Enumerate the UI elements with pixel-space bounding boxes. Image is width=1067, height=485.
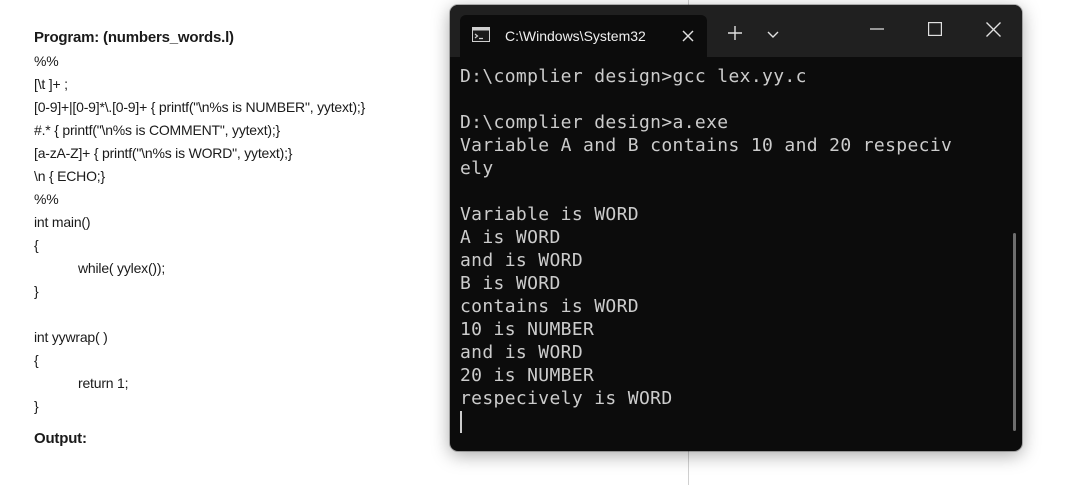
document-page: Program: (numbers_words.l) %% [\t ]+ ; [0-… [34, 27, 444, 450]
maximize-icon[interactable] [928, 22, 942, 36]
code-line: { [34, 237, 39, 253]
code-line: %% [34, 191, 59, 207]
plus-icon[interactable] [728, 26, 742, 40]
minimize-icon[interactable] [870, 28, 884, 30]
close-window-icon[interactable] [986, 22, 1001, 37]
terminal-window[interactable]: C:\Windows\System32 D:\complier design>g… [450, 5, 1022, 451]
code-line: [0-9]+|[0-9]*\.[0-9]+ { printf("\n%s is … [34, 99, 366, 115]
console-line: D:\complier design>a.exe [460, 112, 729, 133]
code-line: %% [34, 53, 59, 69]
code-line: } [34, 398, 39, 414]
text-cursor [460, 411, 462, 433]
scrollbar[interactable] [1013, 233, 1016, 431]
code-line: #.* { printf("\n%s is COMMENT", yytext);… [34, 122, 281, 138]
console-line: 10 is NUMBER [460, 319, 595, 340]
console-line: Variable A and B contains 10 and 20 resp… [460, 135, 953, 156]
code-line: return 1; [78, 375, 129, 391]
console-prompt-line[interactable] [460, 410, 1008, 433]
program-title: Program: (numbers_words.l) [34, 29, 234, 46]
console-line: and is WORD [460, 250, 584, 271]
tab-title: C:\Windows\System32 [505, 28, 646, 44]
console-line: B is WORD [460, 273, 561, 294]
console-line: D:\complier design>gcc lex.yy.c [460, 66, 807, 87]
code-line: [\t ]+ ; [34, 76, 68, 92]
code-line: int yywrap( ) [34, 329, 108, 345]
code-block: %% [\t ]+ ; [0-9]+|[0-9]*\.[0-9]+ { printf… [34, 50, 444, 418]
title-bar[interactable]: C:\Windows\System32 [450, 5, 1022, 57]
code-line: [a-zA-Z]+ { printf("\n%s is WORD", yytex… [34, 145, 293, 161]
console-line: ely [460, 158, 494, 179]
console-line: Variable is WORD [460, 204, 639, 225]
output-heading: Output: [34, 430, 87, 447]
cmd-icon [472, 27, 490, 42]
console-line: 20 is NUMBER [460, 365, 595, 386]
code-line: while( yylex()); [78, 260, 166, 276]
tab-cmd[interactable]: C:\Windows\System32 [460, 15, 707, 57]
code-line: int main() [34, 214, 91, 230]
console-line: and is WORD [460, 342, 584, 363]
console-line: contains is WORD [460, 296, 639, 317]
console-line: respecively is WORD [460, 388, 673, 409]
chevron-down-icon[interactable] [767, 31, 779, 39]
console-line: A is WORD [460, 227, 561, 248]
console-output[interactable]: D:\complier design>gcc lex.yy.c D:\compli… [460, 65, 1008, 445]
code-line: \n { ECHO;} [34, 168, 105, 184]
code-line: } [34, 283, 39, 299]
close-icon[interactable] [682, 30, 694, 42]
code-line: { [34, 352, 39, 368]
